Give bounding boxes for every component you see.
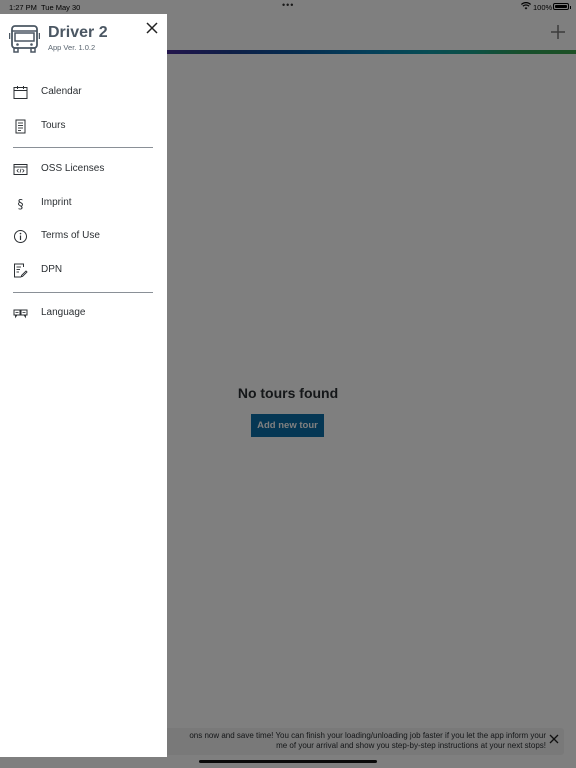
drawer-app-title: Driver 2 (48, 24, 108, 41)
menu-item-oss-licenses[interactable]: OSS Licenses (0, 155, 167, 185)
menu-item-calendar[interactable]: Calendar (0, 78, 167, 108)
document-list-icon (13, 119, 28, 134)
translate-icon (13, 306, 28, 321)
info-circle-icon (13, 229, 28, 244)
menu-label: OSS Licenses (41, 163, 105, 174)
menu-item-language[interactable]: Language (0, 299, 167, 329)
menu-label: Tours (41, 120, 66, 131)
calendar-icon (13, 85, 28, 100)
menu-label: Imprint (41, 197, 72, 208)
menu-item-imprint[interactable]: § Imprint (0, 189, 167, 219)
svg-text:§: § (18, 197, 24, 211)
menu-divider (13, 147, 153, 148)
drawer-app-version: App Ver. 1.0.2 (48, 43, 96, 52)
bus-icon (8, 24, 41, 54)
section-sign-icon: § (13, 196, 28, 211)
menu-label: Language (41, 307, 86, 318)
menu-divider (13, 292, 153, 293)
menu-item-tours[interactable]: Tours (0, 112, 167, 142)
navigation-drawer: Driver 2 App Ver. 1.0.2 Calendar Tours O… (0, 14, 167, 757)
menu-label: Calendar (41, 86, 82, 97)
drawer-close-button[interactable] (145, 21, 159, 35)
menu-item-dpn[interactable]: DPN (0, 256, 167, 286)
close-icon (146, 22, 158, 34)
menu-label: DPN (41, 264, 63, 275)
document-edit-icon (13, 263, 28, 278)
menu-item-terms-of-use[interactable]: Terms of Use (0, 222, 167, 252)
code-window-icon (13, 162, 28, 177)
menu-label: Terms of Use (41, 230, 100, 241)
